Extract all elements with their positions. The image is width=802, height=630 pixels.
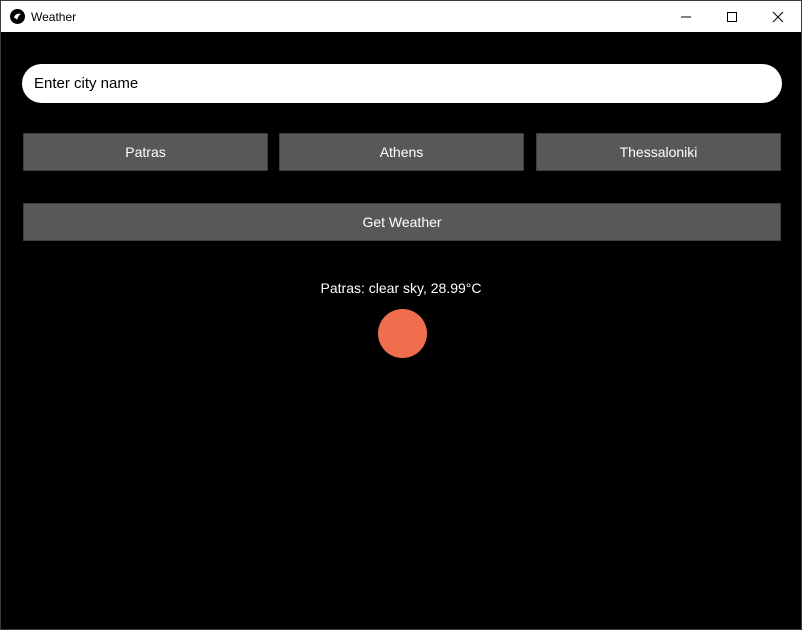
- close-icon: [772, 11, 784, 22]
- weather-window: Weather Patras Athens Thessaloniki Get W…: [0, 0, 802, 630]
- city-button-label: Patras: [125, 144, 166, 160]
- city-name-input[interactable]: [22, 64, 782, 103]
- minimize-button[interactable]: [663, 1, 709, 32]
- city-button-label: Thessaloniki: [619, 144, 698, 160]
- minimize-icon: [681, 16, 691, 17]
- get-weather-label: Get Weather: [362, 214, 442, 230]
- city-button-patras[interactable]: Patras: [23, 133, 268, 171]
- close-button[interactable]: [755, 1, 801, 32]
- city-button-thessaloniki[interactable]: Thessaloniki: [536, 133, 781, 171]
- get-weather-button[interactable]: Get Weather: [23, 203, 781, 241]
- city-button-athens[interactable]: Athens: [279, 133, 524, 171]
- city-button-label: Athens: [379, 144, 424, 160]
- weather-result-text: Patras: clear sky, 28.99°C: [320, 280, 482, 296]
- maximize-button[interactable]: [709, 1, 755, 32]
- title-bar[interactable]: Weather: [1, 1, 801, 32]
- maximize-icon: [727, 11, 737, 22]
- window-title: Weather: [31, 10, 77, 24]
- kivy-logo-icon: [10, 9, 25, 24]
- sun-icon: [378, 309, 427, 358]
